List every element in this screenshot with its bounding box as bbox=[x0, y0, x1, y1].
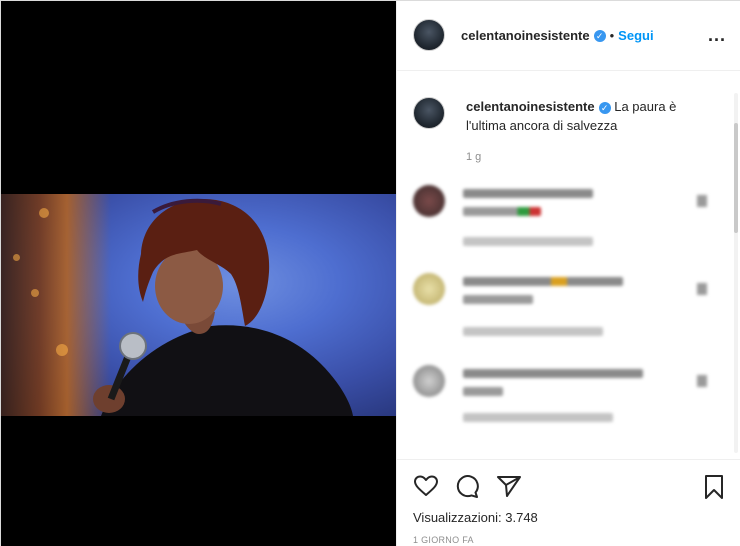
caption-username[interactable]: celentanoinesistente bbox=[466, 99, 595, 114]
views-count[interactable]: Visualizzazioni: 3.748 bbox=[413, 510, 538, 525]
username-link[interactable]: celentanoinesistente bbox=[461, 28, 590, 43]
scrollbar-thumb[interactable] bbox=[734, 123, 738, 233]
comment-icon[interactable] bbox=[454, 474, 480, 498]
more-options-icon[interactable]: ... bbox=[708, 25, 726, 46]
avatar[interactable] bbox=[413, 273, 445, 305]
avatar[interactable] bbox=[413, 97, 445, 129]
bokeh-light bbox=[39, 208, 49, 218]
follow-button[interactable]: Segui bbox=[618, 28, 653, 43]
avatar[interactable] bbox=[413, 185, 445, 217]
header-user-row: celentanoinesistente ✓ • Segui bbox=[461, 27, 654, 45]
comment-meta bbox=[463, 327, 603, 336]
post-media[interactable] bbox=[1, 1, 396, 546]
post-timestamp[interactable]: 1 GIORNO FA bbox=[413, 535, 474, 545]
avatar[interactable] bbox=[413, 365, 445, 397]
heart-icon[interactable] bbox=[413, 474, 439, 498]
bokeh-light bbox=[31, 289, 39, 297]
heart-icon[interactable] bbox=[697, 283, 707, 295]
list-item bbox=[413, 185, 713, 265]
comment-meta bbox=[463, 237, 593, 246]
instagram-post-frame: celentanoinesistente ✓ • Segui ... celentan… bbox=[0, 0, 740, 546]
bokeh-light bbox=[13, 254, 20, 261]
comment-text bbox=[463, 369, 643, 378]
comments-scrollbar[interactable] bbox=[734, 93, 738, 453]
caption-text: celentanoinesistente ✓ La paura è l'ultim… bbox=[466, 97, 716, 135]
comment-text bbox=[463, 387, 503, 396]
comment-text bbox=[463, 277, 623, 286]
bookmark-icon[interactable] bbox=[703, 474, 725, 500]
singer-figure bbox=[93, 198, 353, 416]
caption-time: 1 g bbox=[466, 151, 482, 163]
list-item bbox=[413, 365, 713, 445]
avatar[interactable] bbox=[413, 19, 445, 51]
verified-badge-icon: ✓ bbox=[593, 29, 606, 42]
post-header: celentanoinesistente ✓ • Segui ... bbox=[397, 1, 740, 71]
video-player[interactable] bbox=[1, 194, 396, 416]
share-icon[interactable] bbox=[496, 474, 522, 498]
comment-meta bbox=[463, 413, 613, 422]
heart-icon[interactable] bbox=[697, 195, 707, 207]
comment-text bbox=[463, 189, 593, 198]
verified-badge-icon: ✓ bbox=[598, 101, 611, 114]
comment-text bbox=[463, 295, 533, 304]
list-item bbox=[413, 273, 713, 353]
post-side-panel: celentanoinesistente ✓ • Segui ... celentan… bbox=[396, 1, 740, 546]
separator-dot: • bbox=[609, 28, 615, 43]
heart-icon[interactable] bbox=[697, 375, 707, 387]
bokeh-light bbox=[56, 344, 68, 356]
comment-text bbox=[463, 207, 541, 216]
post-actions: Visualizzazioni: 3.748 1 GIORNO FA bbox=[397, 459, 740, 546]
